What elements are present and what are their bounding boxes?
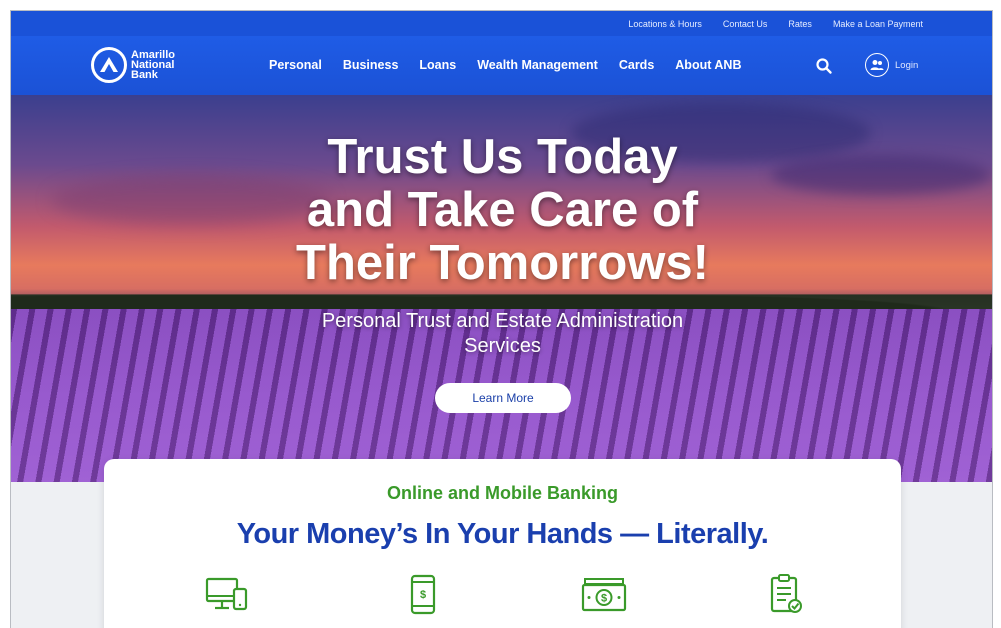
desktop-and-phone-icon[interactable] bbox=[204, 573, 250, 615]
utility-bar: Locations & Hours Contact Us Rates Make … bbox=[11, 11, 992, 36]
utility-link-contact[interactable]: Contact Us bbox=[723, 19, 768, 29]
mobile-dollar-icon[interactable]: $ bbox=[400, 573, 446, 615]
hero-title-line-1: Trust Us Today bbox=[327, 130, 678, 184]
login-label: Login bbox=[895, 59, 919, 71]
bank-logo[interactable]: Amarillo National Bank bbox=[91, 47, 175, 83]
checklist-icon[interactable] bbox=[764, 573, 810, 615]
nav-item-personal[interactable]: Personal bbox=[269, 58, 322, 72]
logo-wordmark: Amarillo National Bank bbox=[131, 50, 175, 81]
anb-logo-icon bbox=[91, 47, 127, 83]
utility-link-loan-payment[interactable]: Make a Loan Payment bbox=[833, 19, 923, 29]
search-icon[interactable] bbox=[815, 57, 833, 75]
main-header: Amarillo National Bank Personal Business… bbox=[11, 36, 992, 95]
login-button[interactable]: Login bbox=[865, 53, 918, 77]
nav-item-business[interactable]: Business bbox=[343, 58, 399, 72]
utility-link-locations[interactable]: Locations & Hours bbox=[628, 19, 702, 29]
hero-banner: Trust Us Today and Take Care of Their To… bbox=[11, 95, 992, 482]
svg-text:$: $ bbox=[601, 593, 607, 605]
logo-line-3: Bank bbox=[131, 69, 158, 81]
hero-title: Trust Us Today and Take Care of Their To… bbox=[11, 130, 992, 290]
section-eyebrow: Online and Mobile Banking bbox=[386, 483, 618, 503]
hero-subtitle-line-2: Services bbox=[464, 335, 541, 357]
nav-item-cards[interactable]: Cards bbox=[619, 58, 654, 72]
learn-more-button[interactable]: Learn More bbox=[435, 383, 571, 413]
browser-viewport: Locations & Hours Contact Us Rates Make … bbox=[10, 10, 993, 628]
hero-subtitle-line-1: Personal Trust and Estate Administration bbox=[321, 310, 684, 332]
section-headline: Your Money’s In Your Hands — Literally. bbox=[236, 518, 769, 550]
hero-subtitle: Personal Trust and Estate Administration… bbox=[11, 309, 992, 359]
hero-title-line-2: and Take Care of bbox=[306, 183, 699, 237]
users-icon bbox=[865, 53, 889, 77]
utility-link-rates[interactable]: Rates bbox=[788, 19, 812, 29]
primary-nav: Personal Business Loans Wealth Managemen… bbox=[269, 58, 762, 72]
hero-title-line-3: Their Tomorrows! bbox=[296, 236, 709, 290]
online-banking-card: Online and Mobile Banking Your Money’s I… bbox=[104, 459, 901, 628]
svg-text:$: $ bbox=[420, 589, 426, 601]
nav-item-about-anb[interactable]: About ANB bbox=[675, 58, 741, 72]
cash-bill-icon[interactable]: $ bbox=[581, 573, 627, 615]
nav-item-loans[interactable]: Loans bbox=[419, 58, 456, 72]
nav-item-wealth-management[interactable]: Wealth Management bbox=[477, 58, 598, 72]
